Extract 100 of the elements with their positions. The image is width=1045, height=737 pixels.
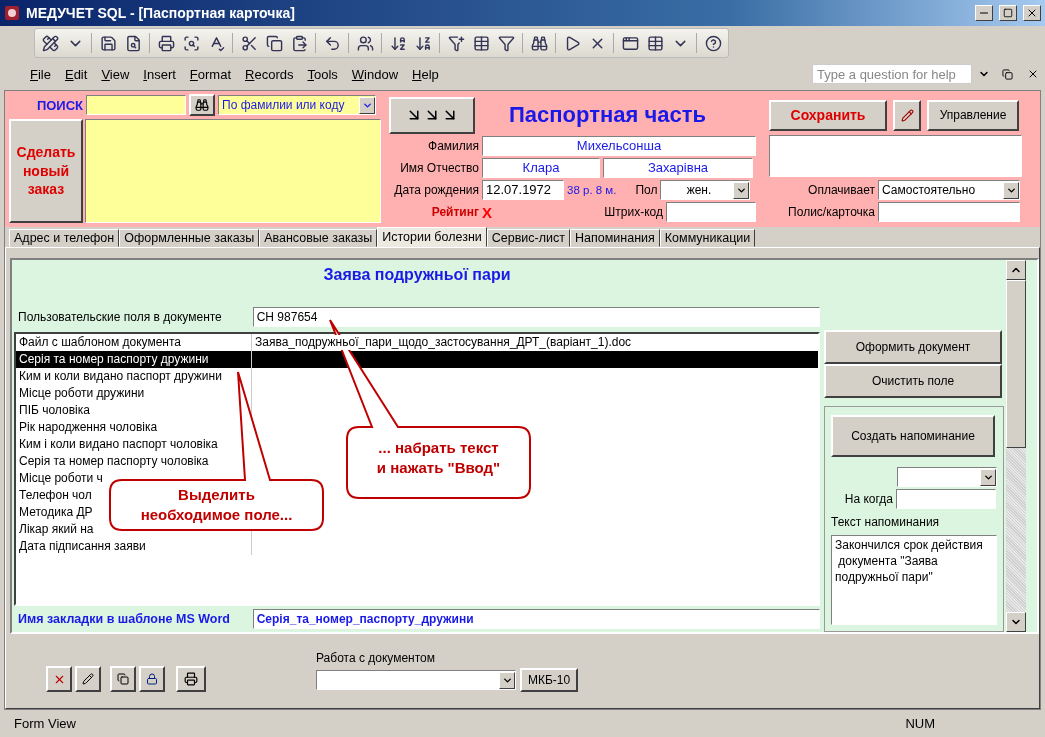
field-name[interactable]: Місце роботи ч xyxy=(19,471,103,486)
tooltip-text: Выделить необходимое поле... xyxy=(139,485,294,524)
policy-field[interactable] xyxy=(878,202,1020,222)
field-name[interactable]: Серія та номер паспорту чоловіка xyxy=(19,454,209,469)
menu-item[interactable]: File xyxy=(24,64,57,84)
menu-item[interactable]: Records xyxy=(239,64,300,84)
arrows-button[interactable] xyxy=(389,96,475,134)
maximize-button[interactable] xyxy=(999,5,1017,21)
document-button[interactable]: Оформить документ xyxy=(824,330,1002,364)
scrollbar[interactable] xyxy=(1006,260,1026,632)
barcode-field[interactable] xyxy=(666,202,756,222)
create-reminder-button[interactable]: Создать напоминание xyxy=(831,415,995,457)
field-name[interactable]: Місце роботи дружини xyxy=(19,386,145,401)
minimize-button[interactable] xyxy=(975,5,993,21)
tab[interactable]: Сервис-лист xyxy=(486,229,570,247)
menu-item[interactable]: Insert xyxy=(137,64,182,84)
search-field[interactable] xyxy=(86,95,186,115)
age-text: 38 р. 8 м. xyxy=(567,184,617,196)
window-title: МЕДУЧЕТ SQL - [Паспортная карточка] xyxy=(26,5,296,21)
field-name[interactable]: Ким і коли видано паспорт чоловіка xyxy=(19,437,218,452)
tab[interactable]: Адрес и телефон xyxy=(9,229,120,247)
field-label: Пол xyxy=(634,183,658,197)
field-name[interactable]: Телефон чол xyxy=(19,488,92,503)
icd-button[interactable]: МКБ-10 xyxy=(520,668,578,692)
field-label: Фамилия xyxy=(427,139,479,153)
field-name[interactable]: Ким и коли видано паспорт дружини xyxy=(19,369,222,384)
tab[interactable]: Истории болезни xyxy=(377,227,487,247)
document-button[interactable]: Очистить поле xyxy=(824,364,1002,398)
delete-button[interactable] xyxy=(46,666,72,692)
close-icon xyxy=(1026,7,1038,19)
close-button[interactable] xyxy=(1023,5,1041,21)
document-title: Заява подружньої пари xyxy=(323,266,511,284)
comment-field[interactable] xyxy=(769,135,1022,177)
menu-item[interactable]: Window xyxy=(345,64,405,84)
close-icon[interactable] xyxy=(1027,68,1039,80)
field-label: Дата рождения xyxy=(393,183,479,197)
surname-field[interactable]: Михельсонша xyxy=(482,136,756,156)
field-label: Текст напоминания xyxy=(831,515,941,529)
pencil-icon xyxy=(82,673,94,685)
search-label: ПОИСК xyxy=(35,97,83,113)
rating-mark: X xyxy=(482,203,493,221)
lock-icon xyxy=(146,673,158,685)
field-label: Рейтинг xyxy=(430,205,479,219)
section-title: Паспортная часть xyxy=(509,102,706,128)
reminder-date-field[interactable] xyxy=(896,489,996,509)
field-label: На когда xyxy=(843,492,893,506)
field-name[interactable]: Файл с шаблоном документа xyxy=(19,335,181,350)
maximize-icon xyxy=(1003,8,1013,18)
field-label: Работа с документом xyxy=(316,651,437,665)
windows-icon xyxy=(117,673,129,685)
tooltip-text: ... набрать текст и нажать "Ввод" xyxy=(375,438,502,477)
document-action-select[interactable] xyxy=(316,670,516,690)
lock-button[interactable] xyxy=(139,666,165,692)
custom-field-input[interactable]: СН 987654 xyxy=(252,307,820,327)
field-label: Имя Отчество xyxy=(399,161,479,175)
status-text: Form View xyxy=(14,716,77,731)
tab[interactable]: Авансовые заказы xyxy=(259,229,378,247)
field-name[interactable]: Серія та номер паспорту дружини xyxy=(19,352,209,367)
menu-item[interactable]: Edit xyxy=(58,64,94,84)
edit-button[interactable] xyxy=(75,666,101,692)
print-button[interactable] xyxy=(176,666,206,692)
manage-button[interactable]: Управление xyxy=(927,99,1019,131)
field-label: Имя закладки в шаблоне MS Word xyxy=(17,612,231,626)
search-mode-select[interactable]: По фамилии или коду xyxy=(218,95,376,115)
tab[interactable]: Напоминания xyxy=(570,229,660,247)
payer-select[interactable]: Самостоятельно xyxy=(878,180,1020,200)
patronymic-field[interactable]: Захарівна xyxy=(603,158,753,178)
status-text: NUM xyxy=(905,716,935,731)
binoculars-icon xyxy=(195,98,209,112)
help-search-field[interactable]: Type a question for help xyxy=(812,64,972,84)
first-name-field[interactable]: Клара xyxy=(482,158,600,178)
tab[interactable]: Оформленные заказы xyxy=(119,229,260,247)
field-value: Заява_подружньої_пари_щодо_застосування_ДРТ_(варіант_1).doc xyxy=(255,335,632,350)
notes-field[interactable] xyxy=(85,119,381,223)
birth-date-field[interactable]: 12.07.1972 xyxy=(482,180,564,200)
print-icon xyxy=(184,672,198,686)
reminder-text-field[interactable]: Закончился срок действия документа "Заява подружньої пари" xyxy=(831,535,997,625)
search-button[interactable] xyxy=(189,94,215,116)
field-label: Пользовательские поля в документе xyxy=(17,310,223,324)
field-name[interactable]: Лікар який на xyxy=(19,522,94,537)
field-name[interactable]: ПІБ чоловіка xyxy=(19,403,90,418)
bookmark-field[interactable]: Серія_та_номер_паспорту_дружини xyxy=(252,609,820,629)
sex-select[interactable]: жен. xyxy=(660,180,751,200)
restore-icon[interactable] xyxy=(1002,68,1013,80)
menu-item[interactable]: Tools xyxy=(301,64,344,84)
app-icon xyxy=(4,5,20,21)
menu-item[interactable]: Format xyxy=(183,64,238,84)
windows-button[interactable] xyxy=(110,666,136,692)
field-label: Оплачивает xyxy=(807,183,875,197)
menu-item[interactable]: View xyxy=(95,64,136,84)
field-name[interactable]: Дата підписання заяви xyxy=(19,539,146,554)
menu-item[interactable]: Help xyxy=(406,64,445,84)
field-name[interactable]: Методика ДР xyxy=(19,505,93,520)
cancel-button[interactable] xyxy=(893,99,921,131)
field-label: Полис/карточка xyxy=(787,205,875,219)
pencil-icon xyxy=(900,108,914,122)
reminder-type-select[interactable] xyxy=(897,467,997,487)
field-name[interactable]: Рік народження чоловіка xyxy=(19,420,158,435)
field-label: Штрих-код xyxy=(603,205,663,219)
tab[interactable]: Коммуникации xyxy=(659,229,756,247)
